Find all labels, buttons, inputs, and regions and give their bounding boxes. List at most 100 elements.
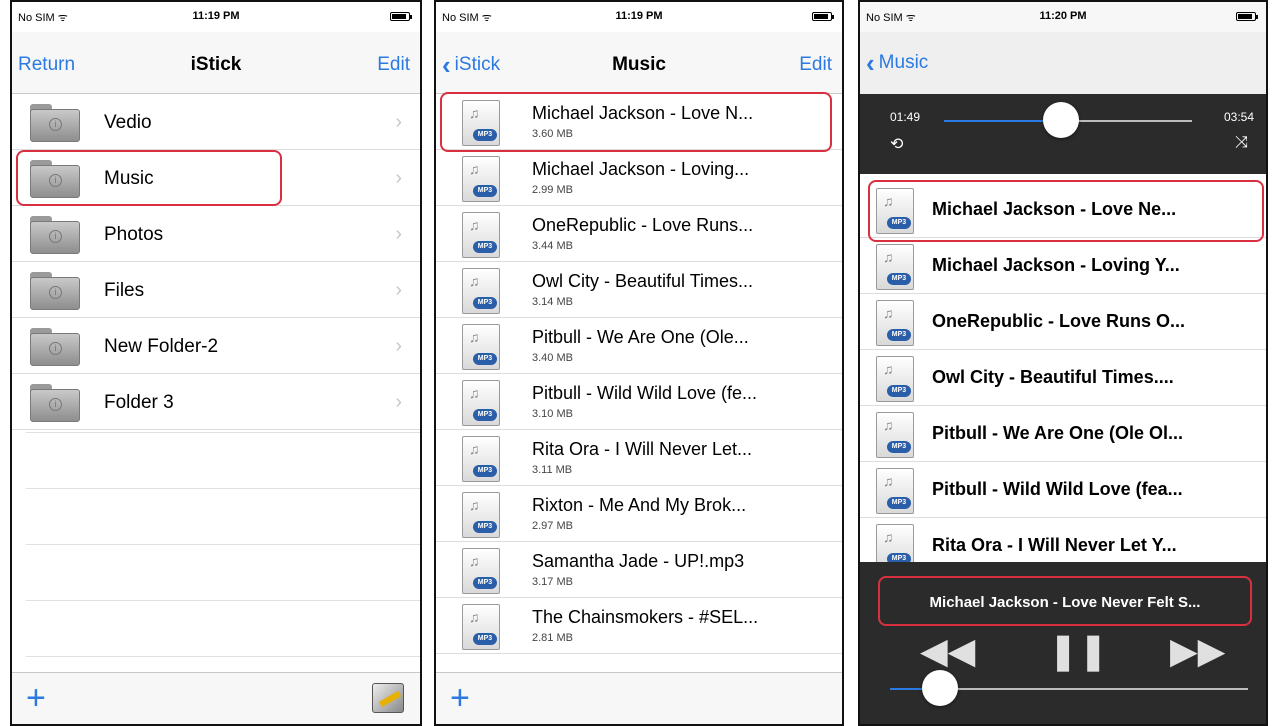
chevron-right-icon: › (395, 167, 402, 189)
folder-label: New Folder-2 (104, 336, 219, 357)
back-button[interactable]: ‹ Music (866, 50, 929, 76)
volume-slider[interactable] (890, 670, 1248, 706)
player-header: 01:49 03:54 ⟲ ⤨ (860, 94, 1266, 174)
chevron-right-icon: › (395, 391, 402, 413)
chevron-right-icon: › (395, 279, 402, 301)
folder-label: Photos (104, 224, 164, 245)
track-title: Pitbull - Wild Wild Love (fea... (932, 479, 1183, 499)
song-title: Pitbull - Wild Wild Love (fe... (532, 383, 758, 403)
track-title: Rita Ora - I Will Never Let Y... (932, 535, 1177, 555)
playlist-row[interactable]: ♫ MP3 OneRepublic - Love Runs O... (860, 294, 1266, 350)
seek-bar[interactable] (944, 102, 1192, 138)
playlist-row[interactable]: ♫ MP3 Michael Jackson - Loving Y... (860, 238, 1266, 294)
edit-button[interactable]: Edit (377, 54, 410, 76)
highlight-music-folder (16, 150, 282, 206)
playlist-row[interactable]: ♫ MP3 Owl City - Beautiful Times.... (860, 350, 1266, 406)
chevron-right-icon: › (395, 111, 402, 133)
nav-bar: ‹ iStick Music Edit (436, 32, 842, 94)
clock: 11:20 PM (1039, 10, 1087, 22)
nav-bar: ‹ Music (860, 32, 1266, 94)
folder-icon: i (30, 328, 80, 366)
mp3-file-icon: ♫ MP3 (462, 604, 500, 650)
playlist-row[interactable]: ♫ MP3 Pitbull - We Are One (Ole Ol... (860, 406, 1266, 462)
total-time: 03:54 (1223, 110, 1254, 124)
back-label: Music (878, 52, 929, 73)
mp3-file-icon: ♫ MP3 (462, 156, 500, 202)
mp3-file-icon: ♫ MP3 (462, 268, 500, 314)
song-row[interactable]: ♫ MP3 Rixton - Me And My Brok... 2.97 MB (436, 486, 842, 542)
repeat-icon[interactable]: ⟲ (890, 134, 903, 154)
add-button[interactable]: + (450, 679, 470, 718)
screen-istick: No SIM ᯤ 11:19 PM Return iStick Edit i Ve… (10, 0, 422, 726)
mp3-file-icon: ♫ MP3 (876, 356, 914, 402)
pause-button[interactable]: ❚❚ (1048, 630, 1108, 672)
mp3-file-icon: ♫ MP3 (462, 492, 500, 538)
song-size: 2.81 MB (532, 632, 573, 644)
song-size: 3.44 MB (532, 240, 573, 252)
folder-row[interactable]: i Files › (12, 262, 420, 318)
status-bar: No SIM ᯤ 11:20 PM (860, 2, 1266, 32)
track-title: Pitbull - We Are One (Ole Ol... (932, 423, 1184, 443)
clock: 11:19 PM (615, 10, 663, 22)
song-size: 3.17 MB (532, 576, 573, 588)
status-bar: No SIM ᯤ 11:19 PM (12, 2, 420, 32)
forward-button[interactable]: ▶▶ (1170, 630, 1225, 672)
status-bar: No SIM ᯤ 11:19 PM (436, 2, 842, 32)
folder-icon: i (30, 272, 80, 310)
song-row[interactable]: ♫ MP3 Michael Jackson - Loving... 2.99 MB (436, 150, 842, 206)
song-title: The Chainsmokers - #SEL... (532, 607, 759, 627)
song-size: 2.97 MB (532, 520, 573, 532)
tools-icon[interactable] (372, 683, 404, 713)
divider (26, 432, 420, 433)
song-row[interactable]: ♫ MP3 The Chainsmokers - #SEL... 2.81 MB (436, 598, 842, 654)
song-row[interactable]: ♫ MP3 OneRepublic - Love Runs... 3.44 MB (436, 206, 842, 262)
chevron-right-icon: › (395, 223, 402, 245)
song-row[interactable]: ♫ MP3 Owl City - Beautiful Times... 3.14 MB (436, 262, 842, 318)
folder-label: Vedio (104, 112, 152, 133)
add-button[interactable]: + (26, 679, 46, 718)
nav-bar: Return iStick Edit (12, 32, 420, 94)
song-title: Michael Jackson - Loving... (532, 159, 750, 179)
battery-icon (1236, 12, 1258, 21)
edit-button[interactable]: Edit (799, 54, 832, 76)
track-title: OneRepublic - Love Runs O... (932, 311, 1186, 331)
volume-knob[interactable] (922, 670, 959, 706)
folder-icon: i (30, 384, 80, 422)
song-row[interactable]: ♫ MP3 Rita Ora - I Will Never Let... 3.11 M… (436, 430, 842, 486)
screen-player: No SIM ᯤ 11:20 PM ‹ Music 01:49 03:54 ⟲ ⤨… (858, 0, 1268, 726)
divider (26, 544, 420, 545)
folder-row[interactable]: i New Folder-2 › (12, 318, 420, 374)
mp3-file-icon: ♫ MP3 (876, 244, 914, 290)
battery-icon (812, 12, 834, 21)
song-size: 3.10 MB (532, 408, 573, 420)
seek-knob[interactable] (1042, 102, 1079, 138)
track-title: Owl City - Beautiful Times.... (932, 367, 1174, 387)
now-playing-title: Michael Jackson - Love Never Felt S... (878, 576, 1252, 626)
screen-music: No SIM ᯤ 11:19 PM ‹ iStick Music Edit ♫ MP… (434, 0, 844, 726)
song-title: Samantha Jade - UP!.mp3 (532, 551, 745, 571)
song-row[interactable]: ♫ MP3 Samantha Jade - UP!.mp3 3.17 MB (436, 542, 842, 598)
folder-row[interactable]: i Folder 3 › (12, 374, 420, 430)
folder-row[interactable]: i Vedio › (12, 94, 420, 150)
page-title: iStick (190, 54, 242, 75)
song-size: 3.40 MB (532, 352, 573, 364)
mp3-file-icon: ♫ MP3 (462, 380, 500, 426)
shuffle-icon[interactable]: ⤨ (1235, 134, 1248, 152)
song-row[interactable]: ♫ MP3 Pitbull - Wild Wild Love (fe... 3.10 … (436, 374, 842, 430)
divider (26, 656, 420, 657)
folder-row[interactable]: i Photos › (12, 206, 420, 262)
folder-label: Files (104, 280, 145, 301)
song-title: OneRepublic - Love Runs... (532, 215, 754, 235)
mp3-file-icon: ♫ MP3 (462, 548, 500, 594)
playlist-row[interactable]: ♫ MP3 Pitbull - Wild Wild Love (fea... (860, 462, 1266, 518)
track-title: Michael Jackson - Loving Y... (932, 255, 1180, 275)
song-title: Rita Ora - I Will Never Let... (532, 439, 753, 459)
rewind-button[interactable]: ◀◀ (920, 630, 975, 672)
mp3-file-icon: ♫ MP3 (876, 300, 914, 346)
highlight-current-track (868, 180, 1264, 242)
mp3-file-icon: ♫ MP3 (876, 468, 914, 514)
song-size: 3.11 MB (532, 464, 573, 476)
song-row[interactable]: ♫ MP3 Pitbull - We Are One (Ole... 3.40 MB (436, 318, 842, 374)
folder-icon: i (30, 104, 80, 142)
elapsed-time: 01:49 (890, 110, 921, 124)
